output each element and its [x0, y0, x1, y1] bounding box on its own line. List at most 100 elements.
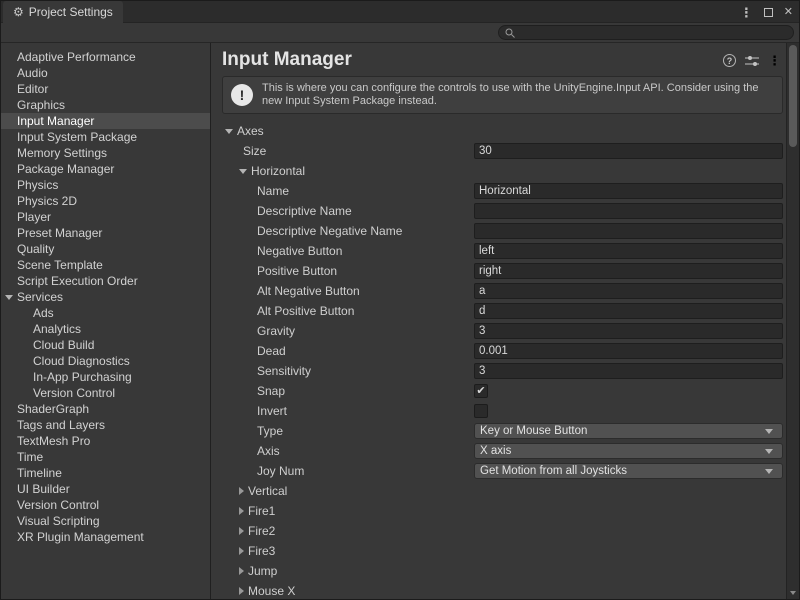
- label-type: Type: [211, 421, 283, 441]
- foldout-collapsed-icon[interactable]: [239, 567, 244, 575]
- foldout-collapsed-icon[interactable]: [239, 487, 244, 495]
- sidebar-item-graphics[interactable]: Graphics: [1, 97, 210, 113]
- foldout-fire3[interactable]: Fire3: [211, 541, 275, 561]
- sidebar-item-input-manager[interactable]: Input Manager: [1, 113, 210, 129]
- sidebar-item-label: Memory Settings: [17, 146, 107, 160]
- sidebar-item-cloud-diagnostics[interactable]: Cloud Diagnostics: [1, 353, 210, 369]
- sidebar-item-editor[interactable]: Editor: [1, 81, 210, 97]
- sidebar-item-script-execution-order[interactable]: Script Execution Order: [1, 273, 210, 289]
- row-label: Gravity: [257, 324, 295, 338]
- settings-tree: AxesSize30HorizontalNameHorizontalDescri…: [211, 121, 786, 599]
- type-dropdown[interactable]: Key or Mouse Button: [474, 423, 783, 439]
- label-alt-negative-button: Alt Negative Button: [211, 281, 360, 301]
- sidebar-item-quality[interactable]: Quality: [1, 241, 210, 257]
- tree-row-sensitivity: Sensitivity3: [211, 361, 786, 381]
- sidebar-item-version-control[interactable]: Version Control: [1, 497, 210, 513]
- descriptive-name-field[interactable]: [474, 203, 783, 219]
- close-icon[interactable]: ✕: [784, 7, 793, 18]
- chevron-down-icon: [765, 429, 773, 434]
- sidebar-item-label: XR Plugin Management: [17, 530, 144, 544]
- snap-checkbox[interactable]: ✔: [474, 384, 488, 398]
- sidebar-item-time[interactable]: Time: [1, 449, 210, 465]
- sidebar-item-visual-scripting[interactable]: Visual Scripting: [1, 513, 210, 529]
- sidebar-item-xr-plugin-management[interactable]: XR Plugin Management: [1, 529, 210, 545]
- foldout-axes[interactable]: Axes: [211, 121, 264, 141]
- foldout-mouse-x[interactable]: Mouse X: [211, 581, 295, 599]
- row-label: Alt Positive Button: [257, 304, 354, 318]
- chevron-down-icon: [765, 469, 773, 474]
- joy-num-dropdown[interactable]: Get Motion from all Joysticks: [474, 463, 783, 479]
- help-icon[interactable]: ?: [723, 54, 736, 67]
- dropdown-value: X axis: [480, 445, 511, 457]
- sidebar-item-in-app-purchasing[interactable]: In-App Purchasing: [1, 369, 210, 385]
- sidebar-item-scene-template[interactable]: Scene Template: [1, 257, 210, 273]
- maximize-icon[interactable]: [764, 8, 773, 17]
- window-menu-icon[interactable]: ⋮: [740, 6, 753, 19]
- label-axis: Axis: [211, 441, 280, 461]
- foldout-collapsed-icon[interactable]: [239, 527, 244, 535]
- scroll-down-icon[interactable]: [790, 591, 796, 595]
- sidebar-item-version-control[interactable]: Version Control: [1, 385, 210, 401]
- tree-row-fire2: Fire2: [211, 521, 786, 541]
- scrollbar-thumb[interactable]: [789, 45, 797, 147]
- foldout-expanded-icon[interactable]: [239, 169, 247, 174]
- presets-icon[interactable]: [745, 55, 759, 67]
- positive-button-field[interactable]: right: [474, 263, 783, 279]
- foldout-horizontal[interactable]: Horizontal: [211, 161, 305, 181]
- sidebar-item-label: TextMesh Pro: [17, 434, 90, 448]
- sidebar-item-adaptive-performance[interactable]: Adaptive Performance: [1, 49, 210, 65]
- search-box[interactable]: [498, 25, 794, 40]
- foldout-collapsed-icon[interactable]: [239, 587, 244, 595]
- gear-icon: ⚙: [13, 5, 24, 19]
- sidebar-item-services[interactable]: Services: [1, 289, 210, 305]
- descriptive-negative-name-field[interactable]: [474, 223, 783, 239]
- sidebar-item-player[interactable]: Player: [1, 209, 210, 225]
- sidebar-item-timeline[interactable]: Timeline: [1, 465, 210, 481]
- row-label: Positive Button: [257, 264, 337, 278]
- sidebar-item-input-system-package[interactable]: Input System Package: [1, 129, 210, 145]
- label-positive-button: Positive Button: [211, 261, 337, 281]
- foldout-expanded-icon[interactable]: [5, 295, 13, 300]
- panel-menu-icon[interactable]: ⋮: [768, 54, 781, 67]
- sidebar-item-ui-builder[interactable]: UI Builder: [1, 481, 210, 497]
- sidebar-item-memory-settings[interactable]: Memory Settings: [1, 145, 210, 161]
- content-area: Adaptive PerformanceAudioEditorGraphicsI…: [1, 43, 799, 599]
- vertical-scrollbar[interactable]: [786, 43, 799, 599]
- sidebar-item-preset-manager[interactable]: Preset Manager: [1, 225, 210, 241]
- foldout-jump[interactable]: Jump: [211, 561, 277, 581]
- sidebar-item-analytics[interactable]: Analytics: [1, 321, 210, 337]
- name-field[interactable]: Horizontal: [474, 183, 783, 199]
- sidebar-item-textmesh-pro[interactable]: TextMesh Pro: [1, 433, 210, 449]
- foldout-collapsed-icon[interactable]: [239, 547, 244, 555]
- invert-checkbox[interactable]: [474, 404, 488, 418]
- search-input[interactable]: [519, 27, 787, 39]
- sidebar-item-cloud-build[interactable]: Cloud Build: [1, 337, 210, 353]
- sidebar-item-physics[interactable]: Physics: [1, 177, 210, 193]
- foldout-expanded-icon[interactable]: [225, 129, 233, 134]
- alt-negative-button-field[interactable]: a: [474, 283, 783, 299]
- sidebar-item-tags-and-layers[interactable]: Tags and Layers: [1, 417, 210, 433]
- row-label: Fire3: [248, 544, 275, 558]
- tree-row-axes: Axes: [211, 121, 786, 141]
- alt-positive-button-field[interactable]: d: [474, 303, 783, 319]
- sidebar-item-ads[interactable]: Ads: [1, 305, 210, 321]
- sidebar-item-label: Cloud Diagnostics: [33, 354, 130, 368]
- sidebar-item-physics-2d[interactable]: Physics 2D: [1, 193, 210, 209]
- dead-field[interactable]: 0.001: [474, 343, 783, 359]
- tab-project-settings[interactable]: ⚙ Project Settings: [3, 1, 123, 23]
- axis-dropdown[interactable]: X axis: [474, 443, 783, 459]
- row-label: Name: [257, 184, 289, 198]
- negative-button-field[interactable]: left: [474, 243, 783, 259]
- foldout-vertical[interactable]: Vertical: [211, 481, 287, 501]
- size-field[interactable]: 30: [474, 143, 783, 159]
- sidebar-item-shadergraph[interactable]: ShaderGraph: [1, 401, 210, 417]
- panel-header-icons: ? ⋮: [723, 54, 781, 67]
- sensitivity-field[interactable]: 3: [474, 363, 783, 379]
- sidebar-item-package-manager[interactable]: Package Manager: [1, 161, 210, 177]
- sidebar-item-audio[interactable]: Audio: [1, 65, 210, 81]
- foldout-fire1[interactable]: Fire1: [211, 501, 275, 521]
- foldout-fire2[interactable]: Fire2: [211, 521, 275, 541]
- foldout-collapsed-icon[interactable]: [239, 507, 244, 515]
- gravity-field[interactable]: 3: [474, 323, 783, 339]
- sidebar-item-label: Time: [17, 450, 43, 464]
